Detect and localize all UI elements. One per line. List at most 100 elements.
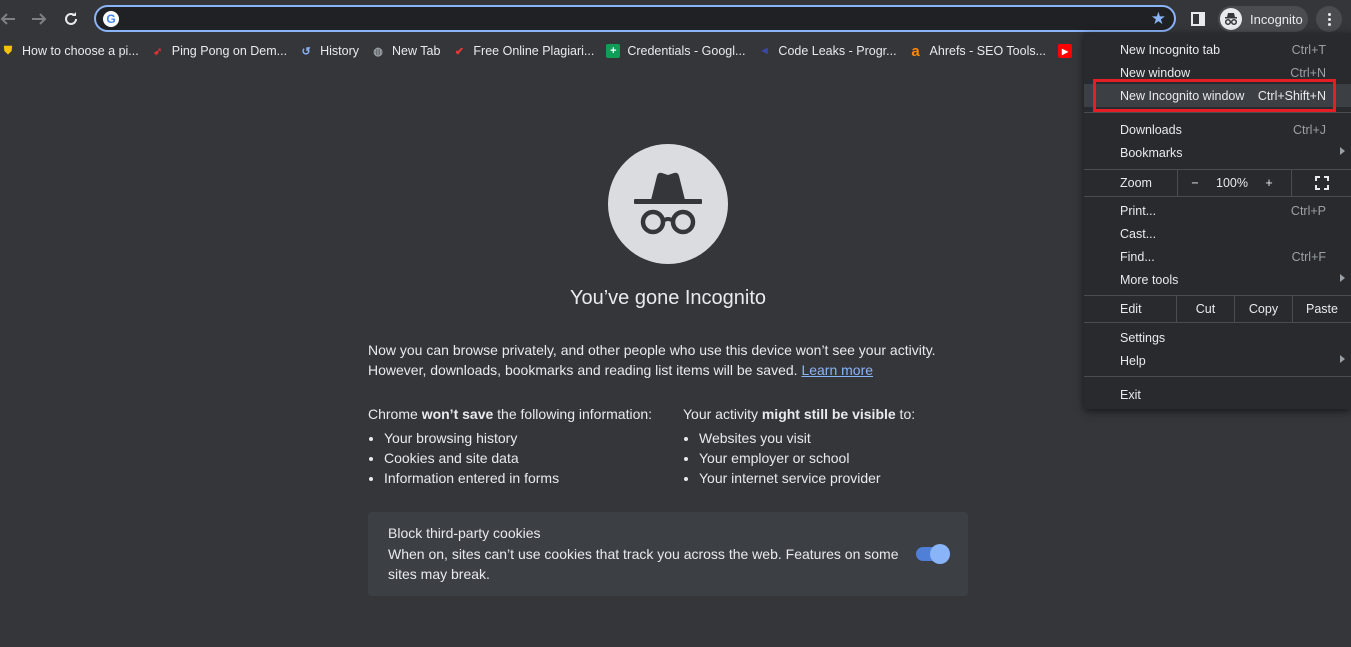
list-item: Your browsing history xyxy=(384,428,652,448)
edit-label: Edit xyxy=(1120,302,1142,316)
page-title: You’ve gone Incognito xyxy=(569,287,767,309)
omnibox-input[interactable] xyxy=(128,9,1132,31)
bookmark-label: New Tab xyxy=(392,44,441,58)
ahrefs-icon: a xyxy=(911,42,920,60)
copy-button[interactable]: Copy xyxy=(1235,296,1292,322)
menu-label: Downloads xyxy=(1120,122,1182,137)
menu-separator xyxy=(1084,376,1351,377)
menu-item-settings[interactable]: Settings xyxy=(1084,326,1351,349)
menu-item-cast[interactable]: Cast... xyxy=(1084,222,1351,245)
bookmark-label: How to choose a pi... xyxy=(22,44,139,58)
zoom-out-button[interactable]: − xyxy=(1178,170,1212,196)
bookmark-item[interactable]: + Credentials - Googl... xyxy=(600,38,751,64)
menu-label: New Incognito tab xyxy=(1120,42,1221,57)
paddle-icon: ➶ xyxy=(153,45,163,58)
submenu-arrow-icon xyxy=(1340,147,1345,155)
bookmark-label: Free Online Plagiari... xyxy=(473,44,595,58)
zoom-in-button[interactable]: + xyxy=(1252,170,1286,196)
toggle-knob xyxy=(930,544,950,564)
menu-item-find[interactable]: Find... Ctrl+F xyxy=(1084,245,1351,268)
wont-save-list: Your browsing history Cookies and site d… xyxy=(368,428,652,488)
cookies-title: Block third-party cookies xyxy=(388,525,541,541)
bookmark-item[interactable]: ▶ xyxy=(1052,38,1085,64)
bookmark-item[interactable]: ◄ Code Leaks - Progr... xyxy=(751,38,902,64)
heading-text: Chrome xyxy=(368,406,422,422)
highlight-annotation-box xyxy=(1093,79,1336,112)
bookmark-label: Ahrefs - SEO Tools... xyxy=(929,44,1047,58)
third-party-cookies-card: Block third-party cookies When on, sites… xyxy=(368,512,968,596)
list-item: Information entered in forms xyxy=(384,468,652,488)
incognito-avatar-icon xyxy=(1220,8,1242,30)
list-item: Your internet service provider xyxy=(699,468,915,488)
fullscreen-icon[interactable] xyxy=(1292,170,1351,196)
menu-label: New window xyxy=(1120,65,1191,80)
learn-more-link[interactable]: Learn more xyxy=(801,362,873,378)
heading-text: to: xyxy=(895,406,916,422)
menu-shortcut: Ctrl+T xyxy=(1291,42,1326,57)
menu-item-bookmarks[interactable]: Bookmarks xyxy=(1084,141,1351,164)
bookmark-item[interactable]: ◍ New Tab xyxy=(365,38,446,64)
menu-label: More tools xyxy=(1120,272,1179,287)
arrow-logo-icon: ◄ xyxy=(758,45,770,57)
incognito-profile-chip[interactable]: Incognito xyxy=(1218,6,1308,32)
checkmark-icon: ✔ xyxy=(454,45,465,58)
zoom-row: Zoom − 100% + xyxy=(1084,170,1351,196)
bookmark-item[interactable]: a Ahrefs - SEO Tools... xyxy=(903,38,1052,64)
incognito-logo-icon xyxy=(608,144,728,264)
list-item: Your employer or school xyxy=(699,448,915,468)
side-panel-icon[interactable] xyxy=(1186,7,1210,31)
menu-item-help[interactable]: Help xyxy=(1084,349,1351,372)
google-logo-icon: G xyxy=(103,11,119,27)
globe-icon: ◍ xyxy=(373,45,383,58)
wont-save-heading: Chrome won’t save the following informat… xyxy=(368,404,652,424)
menu-shortcut: Ctrl+P xyxy=(1290,203,1326,218)
menu-item-downloads[interactable]: Downloads Ctrl+J xyxy=(1084,118,1351,141)
chrome-menu-button[interactable] xyxy=(1316,6,1342,32)
bookmark-label: Code Leaks - Progr... xyxy=(778,44,897,58)
reload-icon[interactable] xyxy=(59,7,83,31)
description-line-1: Now you can browse privately, and other … xyxy=(368,342,936,358)
cookies-description: When on, sites can’t use cookies that tr… xyxy=(388,546,899,582)
menu-label: Bookmarks xyxy=(1120,145,1183,160)
menu-dot xyxy=(1327,17,1331,21)
menu-item-exit[interactable]: Exit xyxy=(1084,383,1351,406)
heading-text: the following information: xyxy=(493,406,653,422)
submenu-arrow-icon xyxy=(1340,355,1345,363)
bookmark-label: Credentials - Googl... xyxy=(627,44,746,58)
bookmark-item[interactable]: ✔ Free Online Plagiari... xyxy=(446,38,600,64)
menu-separator xyxy=(1084,112,1351,113)
menu-item-more-tools[interactable]: More tools xyxy=(1084,268,1351,291)
paste-button[interactable]: Paste xyxy=(1293,296,1351,322)
still-visible-column: Your activity might still be visible to:… xyxy=(683,404,915,488)
menu-dot xyxy=(1327,22,1331,26)
menu-item-print[interactable]: Print... Ctrl+P xyxy=(1084,199,1351,222)
menu-shortcut: Ctrl+F xyxy=(1291,249,1326,264)
menu-label: Exit xyxy=(1120,387,1141,402)
menu-item-new-incognito-tab[interactable]: New Incognito tab Ctrl+T xyxy=(1084,38,1351,61)
block-cookies-toggle[interactable] xyxy=(916,544,950,564)
heading-text: Your activity xyxy=(683,406,762,422)
shield-logo-icon: ⛊ xyxy=(3,44,13,57)
incognito-description: Now you can browse privately, and other … xyxy=(368,340,968,380)
bookmark-item[interactable]: ↺ History xyxy=(293,38,365,64)
youtube-icon: ▶ xyxy=(1058,44,1073,58)
forward-arrow-icon[interactable] xyxy=(27,7,51,31)
menu-shortcut: Ctrl+J xyxy=(1293,122,1326,137)
description-line-2: However, downloads, bookmarks and readin… xyxy=(368,362,798,378)
profile-label: Incognito xyxy=(1250,11,1303,27)
sheets-icon: + xyxy=(606,44,621,58)
menu-label: Print... xyxy=(1120,203,1157,218)
menu-label: Find... xyxy=(1120,249,1155,264)
list-item: Cookies and site data xyxy=(384,448,652,468)
back-arrow-icon[interactable] xyxy=(0,7,20,31)
cut-button[interactable]: Cut xyxy=(1177,296,1234,322)
bookmark-item[interactable]: ➶ Ping Pong on Dem... xyxy=(145,38,293,64)
bookmark-star-icon[interactable]: ★ xyxy=(1151,9,1166,29)
zoom-level: 100% xyxy=(1216,176,1248,190)
still-visible-list: Websites you visit Your employer or scho… xyxy=(683,428,915,488)
address-bar[interactable]: G ★ xyxy=(94,5,1176,32)
history-icon: ↺ xyxy=(301,45,311,58)
menu-label: Settings xyxy=(1120,330,1166,345)
bookmark-item[interactable]: ⛊ How to choose a pi... xyxy=(0,38,145,64)
submenu-arrow-icon xyxy=(1340,274,1345,282)
